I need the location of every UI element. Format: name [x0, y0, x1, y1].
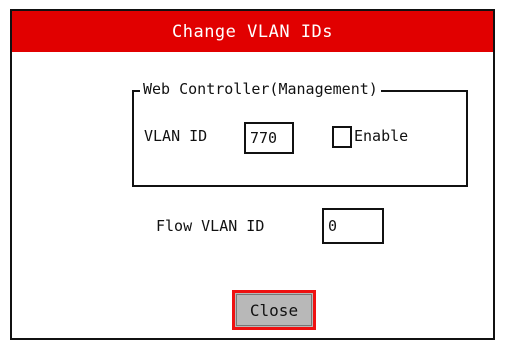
enable-label[interactable]: Enable	[354, 127, 408, 145]
web-controller-groupbox: Web Controller(Management) VLAN ID 770 E…	[132, 80, 468, 187]
flow-vlan-id-label: Flow VLAN ID	[156, 217, 265, 235]
dialog-title-bar: Change VLAN IDs	[12, 11, 493, 52]
change-vlan-dialog: Change VLAN IDs Web Controller(Managemen…	[10, 9, 495, 340]
vlan-id-value: 770	[250, 129, 278, 147]
close-button[interactable]: Close	[232, 290, 316, 330]
enable-checkbox[interactable]	[332, 126, 352, 148]
flow-vlan-id-input[interactable]: 0	[322, 208, 384, 244]
close-button-label: Close	[249, 300, 299, 320]
vlan-id-label: VLAN ID	[144, 127, 208, 145]
groupbox-legend: Web Controller(Management)	[140, 80, 381, 98]
vlan-id-input[interactable]: 770	[244, 122, 294, 154]
dialog-title: Change VLAN IDs	[171, 21, 334, 42]
flow-vlan-id-value: 0	[328, 217, 338, 235]
